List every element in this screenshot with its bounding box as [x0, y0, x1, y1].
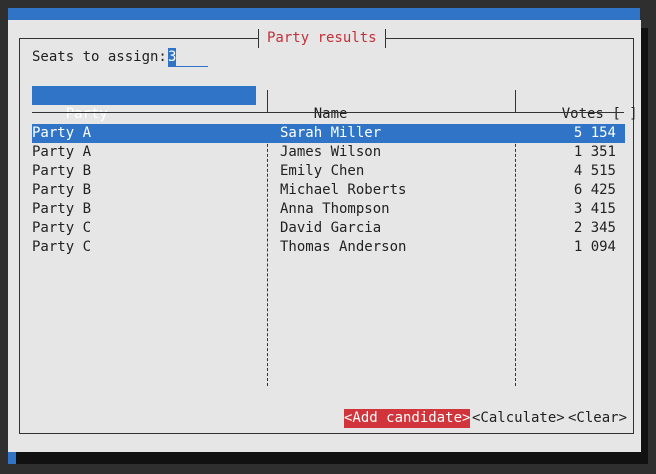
- table-row[interactable]: Party A Sarah Miller 5 154: [32, 124, 625, 143]
- column-header-votes[interactable]: Votes [ ]: [528, 86, 638, 122]
- table-cell-party: Party A: [32, 144, 92, 160]
- table-cell-votes: 5 154: [573, 125, 616, 141]
- table-cell-name: Emily Chen: [280, 163, 365, 179]
- terminal-window: Party results Seats to assign: 3 Party […: [0, 0, 656, 474]
- column-divider-1-header: [267, 90, 268, 112]
- column-header-party-label: Party: [65, 106, 108, 122]
- results-table: Party A Sarah Miller 5 154 Party A James Wil…: [32, 124, 625, 257]
- header-rule: [32, 112, 624, 113]
- dialog-title: Party results: [252, 29, 392, 48]
- table-row[interactable]: Party A James Wilson 1 351: [32, 143, 625, 162]
- table-cell-votes: 2 345: [573, 220, 616, 236]
- seats-label: Seats to assign:: [32, 49, 167, 65]
- column-header-votes-sort: [ ]: [612, 106, 638, 122]
- column-header-votes-label: Votes: [561, 106, 604, 122]
- table-cell-votes: 1 094: [573, 239, 616, 255]
- table-cell-votes: 1 351: [573, 144, 616, 160]
- table-cell-votes: 6 425: [573, 182, 616, 198]
- table-cell-name: Michael Roberts: [280, 182, 407, 198]
- table-row[interactable]: Party C David Garcia 2 345: [32, 219, 625, 238]
- table-cell-party: Party B: [32, 201, 92, 217]
- table-cell-name: Anna Thompson: [280, 201, 390, 217]
- column-header-name[interactable]: Name [ ]: [280, 86, 504, 141]
- table-cell-votes: 4 515: [573, 163, 616, 179]
- table-cell-party: Party C: [32, 239, 92, 255]
- seats-value: 3: [168, 48, 177, 67]
- table-row[interactable]: Party C Thomas Anderson 1 094: [32, 238, 625, 257]
- add-candidate-button[interactable]: <Add candidate>: [344, 409, 471, 428]
- dialog-shadow-right: [641, 28, 648, 464]
- column-header-party[interactable]: Party [^]: [32, 86, 256, 141]
- column-header-name-label: Name: [313, 106, 348, 122]
- table-cell-name: David Garcia: [280, 220, 382, 236]
- table-cell-name: Thomas Anderson: [280, 239, 407, 255]
- table-row[interactable]: Party B Anna Thompson 3 415: [32, 200, 625, 219]
- clear-button[interactable]: <Clear>: [568, 409, 627, 428]
- table-row[interactable]: Party B Michael Roberts 6 425: [32, 181, 625, 200]
- table-cell-name: James Wilson: [280, 144, 382, 160]
- table-cell-party: Party C: [32, 220, 92, 236]
- table-cell-party: Party B: [32, 182, 92, 198]
- dialog-shadow-bottom: [16, 452, 648, 464]
- table-cell-party: Party B: [32, 163, 92, 179]
- seats-input[interactable]: 3: [168, 48, 208, 67]
- column-divider-2-header: [515, 90, 516, 112]
- calculate-button[interactable]: <Calculate>: [472, 409, 565, 428]
- table-cell-name: Sarah Miller: [280, 125, 382, 141]
- table-row[interactable]: Party B Emily Chen 4 515: [32, 162, 625, 181]
- table-cell-votes: 3 415: [573, 201, 616, 217]
- table-cell-party: Party A: [32, 125, 92, 141]
